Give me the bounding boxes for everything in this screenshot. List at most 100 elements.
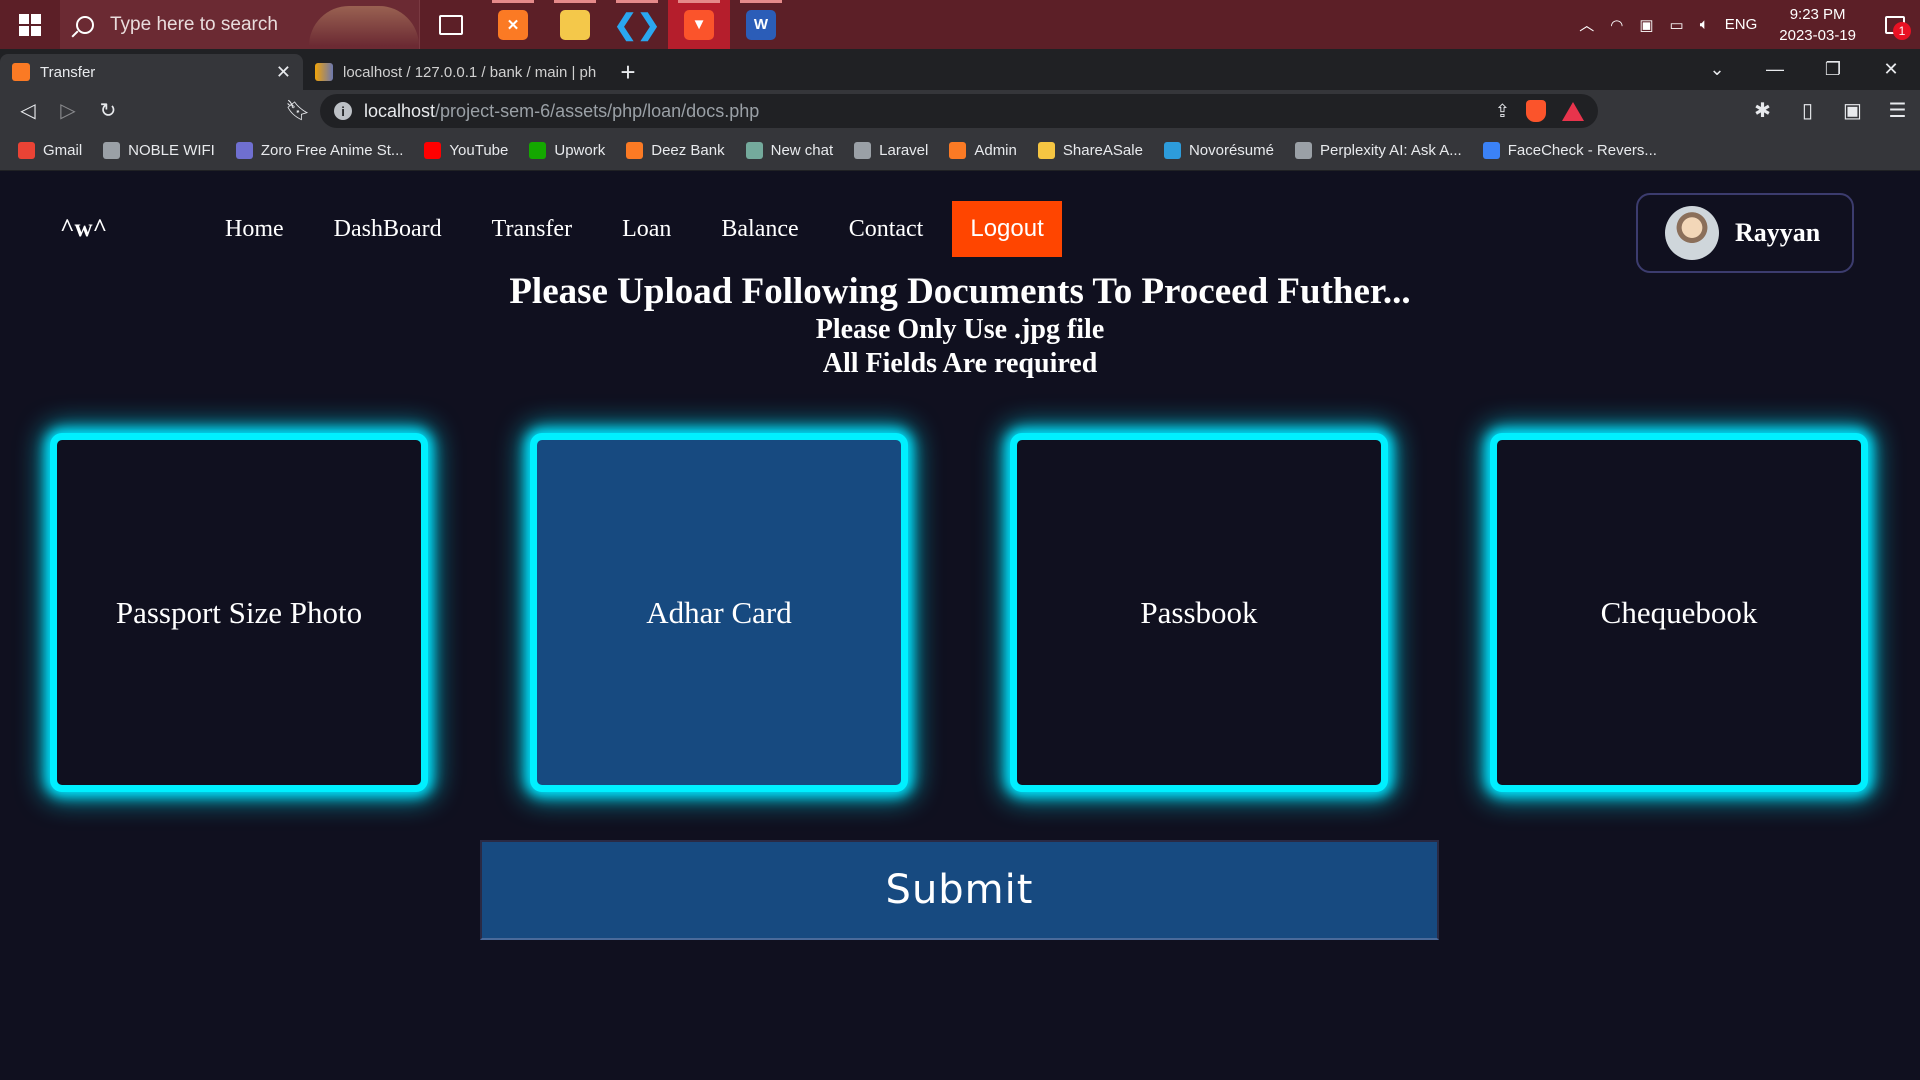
taskbar-xampp[interactable]: ✕ (482, 0, 544, 49)
user-profile[interactable]: Rayyan (1636, 193, 1854, 273)
reload-button[interactable]: ↻ (88, 98, 128, 123)
system-tray: ︿ ◠ ▣ ▭ 🔈︎ ENG 9:23 PM 2023-03-19 1 (1571, 0, 1920, 49)
upload-card-passbook[interactable]: Passbook (1010, 433, 1388, 792)
meet-now-icon[interactable]: ▣ (1631, 16, 1661, 34)
bookmark-favicon-icon (1482, 142, 1500, 159)
taskbar-vscode[interactable]: ❮❯ (606, 0, 668, 49)
bookmark-favicon-icon (1294, 142, 1312, 159)
site-nav: Home DashBoard Transfer Loan Balance Con… (200, 201, 1062, 257)
bookmark-item[interactable]: Laravel (854, 142, 928, 159)
volume-icon[interactable]: 🔈︎ (1692, 16, 1717, 33)
url-host: localhost (364, 100, 436, 121)
new-tab-button[interactable]: + (610, 54, 646, 90)
chevron-up-icon[interactable]: ︿ (1571, 14, 1602, 35)
logout-button[interactable]: Logout (952, 201, 1062, 257)
notification-center-button[interactable]: 1 (1870, 0, 1920, 49)
page-title: Please Upload Following Documents To Pro… (509, 271, 1411, 312)
bookmark-item[interactable]: Admin (949, 142, 1017, 159)
close-window-button[interactable]: ✕ (1862, 59, 1920, 80)
upload-card-passport-photo[interactable]: Passport Size Photo (50, 433, 428, 792)
task-view-icon (439, 14, 463, 35)
share-icon[interactable]: ⇪ (1495, 101, 1510, 122)
submit-button[interactable]: Submit (480, 840, 1439, 940)
taskbar-word[interactable]: W (730, 0, 792, 49)
bookmark-item[interactable]: Upwork (529, 142, 605, 159)
bookmark-label: New chat (770, 142, 834, 159)
tab-phpmyadmin[interactable]: localhost / 127.0.0.1 / bank / main | ph (303, 54, 610, 90)
language-indicator[interactable]: ENG (1717, 16, 1766, 33)
nav-contact[interactable]: Contact (824, 206, 949, 253)
site-info-icon[interactable]: i (334, 102, 352, 120)
sidebar-icon[interactable]: ▯ (1785, 98, 1830, 123)
bookmark-item[interactable]: New chat (745, 142, 834, 159)
start-button[interactable] (0, 0, 60, 49)
bookmark-label: YouTube (449, 142, 509, 159)
nav-dashboard[interactable]: DashBoard (309, 206, 467, 253)
bookmark-favicon-icon (1163, 142, 1181, 159)
bookmark-favicon-icon (424, 142, 442, 159)
upload-card-adhar-card[interactable]: Adhar Card (530, 433, 908, 792)
bookmark-label: Deez Bank (651, 142, 725, 159)
close-tab-icon[interactable]: ✕ (276, 62, 291, 83)
search-highlight-image (309, 6, 419, 46)
taskbar-apps: ✕ ❮❯ ▼ W (420, 0, 792, 49)
bookmark-icon[interactable]: 🔖︎ (285, 98, 310, 123)
tab-search-icon[interactable]: ⌄ (1688, 59, 1746, 80)
notification-badge: 1 (1893, 22, 1911, 40)
minimize-button[interactable]: — (1746, 59, 1804, 80)
back-button[interactable]: ◁ (8, 98, 48, 123)
upload-card-chequebook[interactable]: Chequebook (1490, 433, 1868, 792)
bookmark-item[interactable]: Perplexity AI: Ask A... (1294, 142, 1462, 159)
taskbar-search-placeholder: Type here to search (110, 13, 278, 35)
restore-button[interactable]: ❐ (1804, 59, 1862, 80)
tab-title: Transfer (40, 63, 96, 81)
bookmark-favicon-icon (18, 142, 35, 159)
brave-shields-icon[interactable] (1526, 100, 1546, 122)
address-bar[interactable]: i localhost/project-sem-6/assets/php/loa… (320, 94, 1598, 128)
nav-balance[interactable]: Balance (696, 206, 823, 253)
bookmark-item[interactable]: FaceCheck - Revers... (1482, 142, 1657, 159)
bookmark-item[interactable]: Deez Bank (626, 142, 725, 159)
bookmark-item[interactable]: Zoro Free Anime St... (235, 142, 403, 159)
xampp-icon: ✕ (498, 9, 528, 40)
page-subtitle-jpg: Please Only Use .jpg file (815, 314, 1105, 345)
bookmark-label: Upwork (554, 142, 606, 159)
brave-rewards-icon[interactable] (1562, 101, 1584, 121)
clock-time: 9:23 PM (1789, 5, 1846, 23)
system-clock[interactable]: 9:23 PM 2023-03-19 (1765, 4, 1870, 46)
bookmark-item[interactable]: Gmail (18, 142, 82, 159)
bookmark-item[interactable]: NOBLE WIFI (103, 142, 215, 159)
wifi-icon[interactable]: ◠ (1602, 16, 1631, 34)
taskbar-search-box[interactable]: Type here to search (60, 0, 420, 49)
page-content: ^w^ Home DashBoard Transfer Loan Balance… (0, 171, 1920, 1080)
clock-date: 2023-03-19 (1779, 26, 1856, 44)
wallet-icon[interactable]: ▣ (1830, 98, 1875, 123)
taskbar-file-explorer[interactable] (544, 0, 606, 49)
bookmark-favicon-icon (745, 142, 763, 159)
taskbar-brave[interactable]: ▼ (668, 0, 730, 49)
menu-icon[interactable]: ☰ (1875, 98, 1920, 123)
word-icon: W (746, 9, 776, 40)
nav-transfer[interactable]: Transfer (467, 206, 597, 253)
tab-transfer[interactable]: Transfer ✕ (0, 54, 303, 90)
bookmark-label: Laravel (879, 142, 929, 159)
bookmark-label: Perplexity AI: Ask A... (1319, 142, 1462, 159)
bookmark-favicon-icon (949, 142, 967, 159)
windows-taskbar: Type here to search ✕ ❮❯ ▼ W ︿ ◠ ▣ ▭ 🔈︎ … (0, 0, 1920, 49)
bookmark-item[interactable]: ShareASale (1037, 142, 1143, 159)
nav-loan[interactable]: Loan (597, 206, 696, 253)
forward-button[interactable]: ▷ (48, 98, 88, 123)
user-name: Rayyan (1735, 218, 1821, 247)
bookmark-item[interactable]: Novorésumé (1163, 142, 1274, 159)
nav-home[interactable]: Home (200, 206, 309, 253)
bookmarks-bar: Gmail NOBLE WIFI Zoro Free Anime St... YouT… (0, 131, 1920, 171)
battery-icon[interactable]: ▭ (1662, 16, 1692, 34)
bookmark-favicon-icon (626, 142, 644, 159)
taskbar-task-view[interactable] (420, 0, 482, 49)
site-logo[interactable]: ^w^ (60, 215, 107, 243)
xampp-favicon-icon (12, 63, 30, 81)
bookmark-label: Admin (974, 142, 1017, 159)
bookmark-item[interactable]: YouTube (424, 142, 508, 159)
bookmark-label: Gmail (43, 142, 83, 159)
extensions-icon[interactable]: ✱ (1740, 98, 1785, 123)
